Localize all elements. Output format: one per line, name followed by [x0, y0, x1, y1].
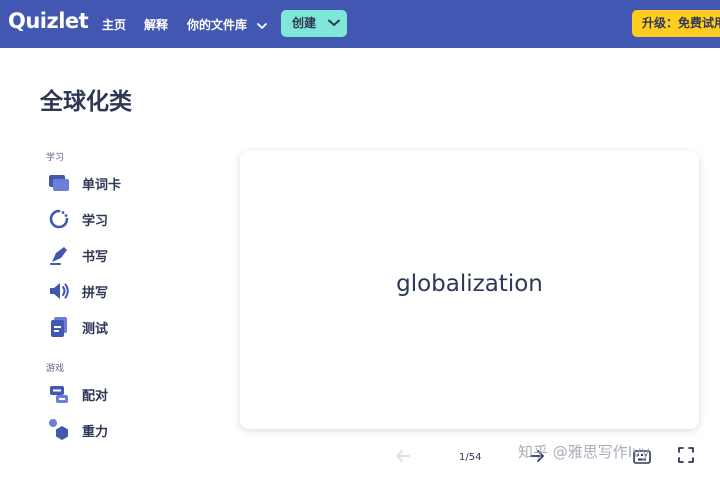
sidebar-item-write[interactable]: 书写	[46, 241, 196, 269]
quizlet-logo[interactable]: Quizlet	[8, 9, 89, 33]
flashcard[interactable]: globalization	[240, 151, 699, 429]
top-navigation-bar: Quizlet 主页 解释 你的文件库 创建 升级：免费试用	[0, 0, 720, 48]
nav-library-dropdown[interactable]: 你的文件库	[187, 16, 268, 33]
sidebar-item-label: 单词卡	[82, 177, 122, 193]
previous-card-button[interactable]	[394, 447, 412, 469]
arrow-left-icon	[394, 450, 412, 469]
sidebar-item-gravity[interactable]: 重力	[46, 416, 196, 444]
test-icon	[46, 315, 72, 339]
sidebar-item-match[interactable]: 配对	[46, 380, 196, 408]
sidebar-item-label: 学习	[82, 213, 109, 229]
sidebar-item-learn[interactable]: 学习	[46, 205, 196, 233]
chevron-down-icon	[257, 19, 268, 33]
flashcards-icon	[46, 171, 72, 195]
chevron-down-icon	[328, 10, 341, 37]
watermark: 知乎 @雅思写作Ivy	[518, 443, 650, 461]
study-section-label: 学习	[46, 153, 65, 163]
create-button-label: 创建	[292, 16, 317, 30]
games-section-label: 游戏	[46, 364, 65, 374]
sidebar-item-label: 书写	[82, 249, 109, 265]
gravity-icon	[46, 418, 72, 442]
sidebar-item-label: 配对	[82, 388, 109, 404]
learn-icon	[46, 207, 72, 231]
sidebar-item-flashcards[interactable]: 单词卡	[46, 169, 196, 197]
create-button[interactable]: 创建	[281, 10, 347, 37]
flashcard-term: globalization	[396, 271, 543, 297]
sidebar-item-label: 拼写	[82, 285, 109, 301]
nav-explain-link[interactable]: 解释	[144, 16, 168, 33]
sidebar-item-label: 测试	[82, 321, 109, 337]
match-icon	[46, 382, 72, 406]
card-counter: 1/54	[459, 452, 482, 463]
fullscreen-button[interactable]	[678, 447, 694, 467]
write-icon	[46, 243, 72, 267]
upgrade-button[interactable]: 升级：免费试用	[632, 10, 720, 37]
sidebar-item-spell[interactable]: 拼写	[46, 277, 196, 305]
sidebar-item-test[interactable]: 测试	[46, 313, 196, 341]
fullscreen-icon	[678, 447, 694, 467]
page-title: 全球化类	[40, 89, 132, 115]
nav-home-link[interactable]: 主页	[102, 16, 126, 33]
spell-icon	[46, 279, 72, 303]
sidebar-item-label: 重力	[82, 424, 109, 440]
nav-library-label: 你的文件库	[187, 18, 248, 32]
